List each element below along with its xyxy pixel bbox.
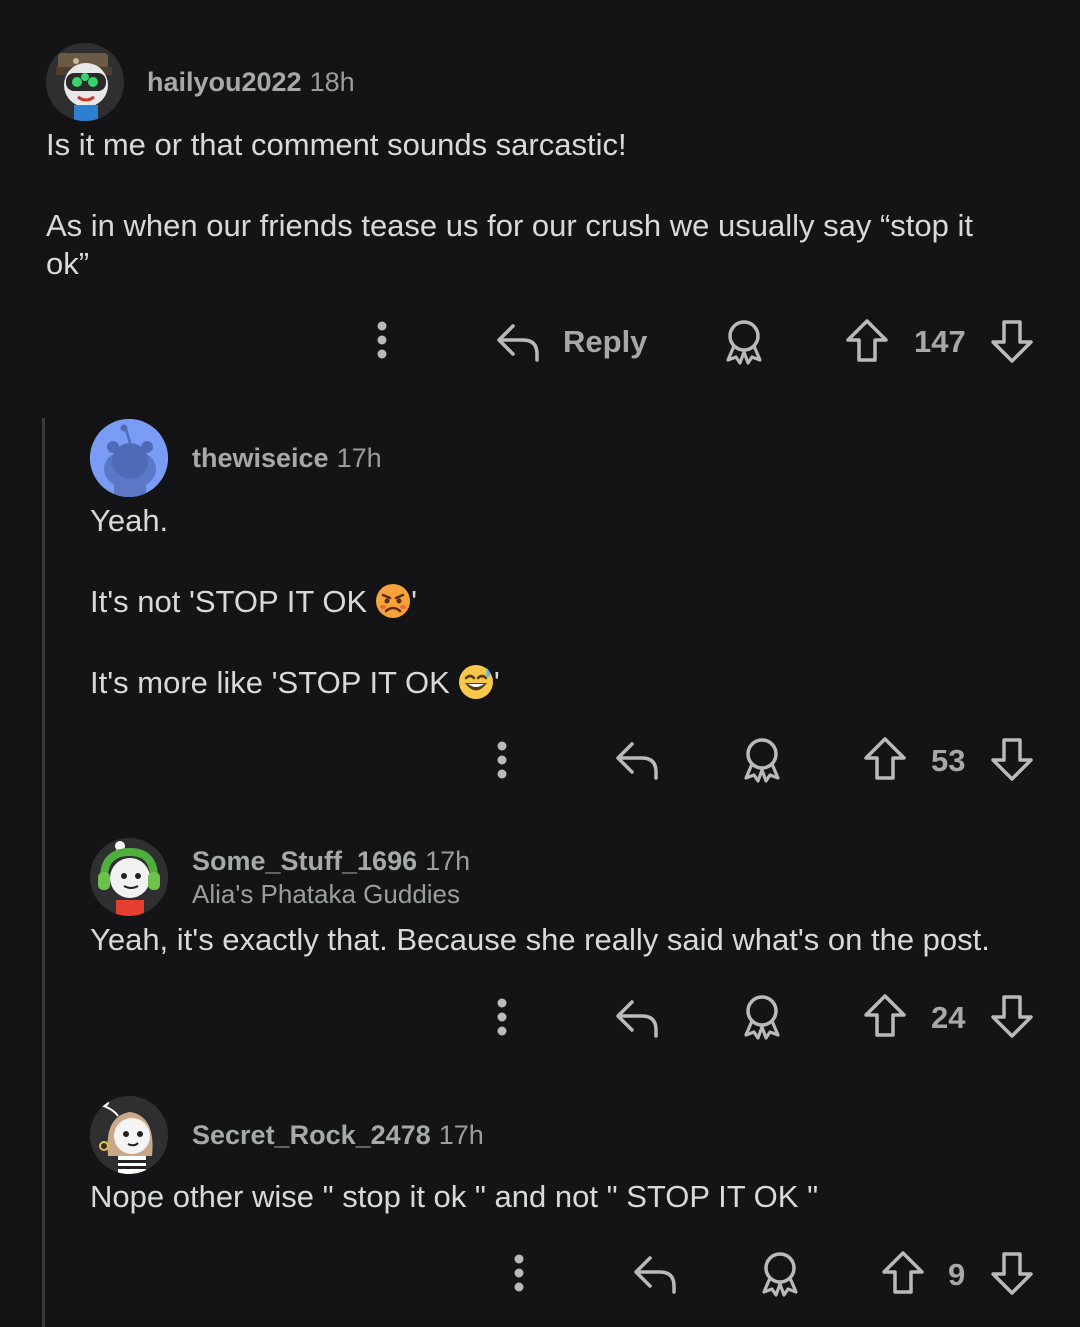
- comment-meta: thewiseice 17h: [192, 443, 382, 474]
- comment-secret-rock-2478: Secret_Rock_2478 17h Nope other wise " st…: [0, 1080, 1080, 1327]
- reply-icon: [497, 324, 539, 362]
- award-icon: [726, 320, 762, 365]
- more-icon: [377, 321, 387, 359]
- comment-text-segment: ': [493, 665, 500, 700]
- downvote-icon: [991, 1252, 1033, 1295]
- more-icon: [497, 998, 507, 1036]
- upvote-icon: [846, 319, 888, 362]
- comment-some-stuff-1696: Some_Stuff_1696 17h Alia's Phataka Guddie…: [0, 810, 1080, 1080]
- more-options-button[interactable]: [505, 1253, 533, 1293]
- upvote-icon: [882, 1251, 924, 1294]
- award-icon: [762, 1252, 798, 1297]
- comment-meta: Some_Stuff_1696 17h: [192, 846, 470, 877]
- username[interactable]: thewiseice: [192, 443, 329, 473]
- more-options-button[interactable]: [488, 740, 516, 780]
- reply-button[interactable]: Reply: [495, 320, 655, 364]
- reply-icon: [634, 1256, 676, 1294]
- username[interactable]: Some_Stuff_1696: [192, 846, 417, 876]
- downvote-icon: [991, 995, 1033, 1038]
- comment-text-line: As in when our friends tease us for our …: [46, 208, 973, 243]
- comment-text-line: Yeah, it's exactly that. Because she rea…: [90, 922, 990, 957]
- more-options-button[interactable]: [368, 320, 396, 360]
- vote-count: 9: [948, 1257, 966, 1292]
- upvote-button[interactable]: [845, 318, 889, 364]
- vote-count: 53: [931, 743, 966, 778]
- comment-meta: hailyou2022 18h: [147, 67, 355, 98]
- upvote-button[interactable]: [863, 736, 907, 782]
- timestamp: 17h: [336, 443, 382, 473]
- award-button[interactable]: [720, 318, 768, 366]
- reply-icon: [616, 1000, 658, 1038]
- more-icon: [497, 741, 507, 779]
- timestamp: 17h: [438, 1120, 484, 1150]
- user-flair: Alia's Phataka Guddies: [192, 879, 461, 909]
- downvote-button[interactable]: [990, 1250, 1034, 1296]
- comment-text-line: Nope other wise " stop it ok " and not "…: [90, 1179, 819, 1214]
- avatar[interactable]: [46, 43, 124, 121]
- downvote-icon: [991, 738, 1033, 781]
- reply-button[interactable]: [632, 1252, 678, 1294]
- reply-icon: [616, 742, 658, 780]
- avatar[interactable]: [90, 419, 168, 497]
- reply-button[interactable]: [614, 738, 660, 780]
- comment-text-line: Is it me or that comment sounds sarcasti…: [46, 127, 627, 162]
- vote-count: 24: [931, 1000, 966, 1035]
- avatar[interactable]: [90, 1096, 168, 1174]
- comment-text-line: ok”: [46, 246, 90, 281]
- more-icon: [514, 1254, 524, 1292]
- comment-meta: Secret_Rock_2478 17h: [192, 1120, 484, 1151]
- comment-text-segment: ': [411, 584, 418, 619]
- award-button[interactable]: [738, 993, 786, 1041]
- avatar[interactable]: [90, 838, 168, 916]
- timestamp: 18h: [309, 67, 355, 97]
- award-button[interactable]: [756, 1250, 804, 1298]
- angry-emoji: [376, 584, 411, 618]
- reply-label: Reply: [563, 324, 648, 359]
- comment-thewiseice: thewiseice 17h Yeah. It's not 'STOP IT OK…: [0, 400, 1080, 810]
- downvote-icon: [991, 320, 1033, 363]
- username[interactable]: hailyou2022: [147, 67, 302, 97]
- upvote-icon: [864, 994, 906, 1037]
- more-options-button[interactable]: [488, 997, 516, 1037]
- upvote-button[interactable]: [863, 993, 907, 1039]
- comment-text-segment: It's more like 'STOP IT OK: [90, 665, 450, 700]
- vote-count: 147: [914, 324, 966, 359]
- award-icon: [744, 995, 780, 1040]
- upvote-icon: [864, 737, 906, 780]
- comment-text-line: It's not 'STOP IT OK ': [90, 583, 417, 621]
- reply-button[interactable]: [614, 996, 660, 1038]
- comment-text-line: It's more like 'STOP IT OK ': [90, 664, 500, 702]
- upvote-button[interactable]: [881, 1250, 925, 1296]
- award-icon: [744, 738, 780, 783]
- sweat-smile-emoji: [458, 665, 493, 699]
- award-button[interactable]: [738, 736, 786, 784]
- username[interactable]: Secret_Rock_2478: [192, 1120, 431, 1150]
- downvote-button[interactable]: [990, 993, 1034, 1039]
- downvote-button[interactable]: [990, 318, 1034, 364]
- comment-text-line: Yeah.: [90, 503, 169, 538]
- downvote-button[interactable]: [990, 736, 1034, 782]
- comment-hailyou2022: hailyou2022 18h Is it me or that comment …: [0, 0, 1080, 400]
- timestamp: 17h: [425, 846, 471, 876]
- comment-text-segment: It's not 'STOP IT OK: [90, 584, 368, 619]
